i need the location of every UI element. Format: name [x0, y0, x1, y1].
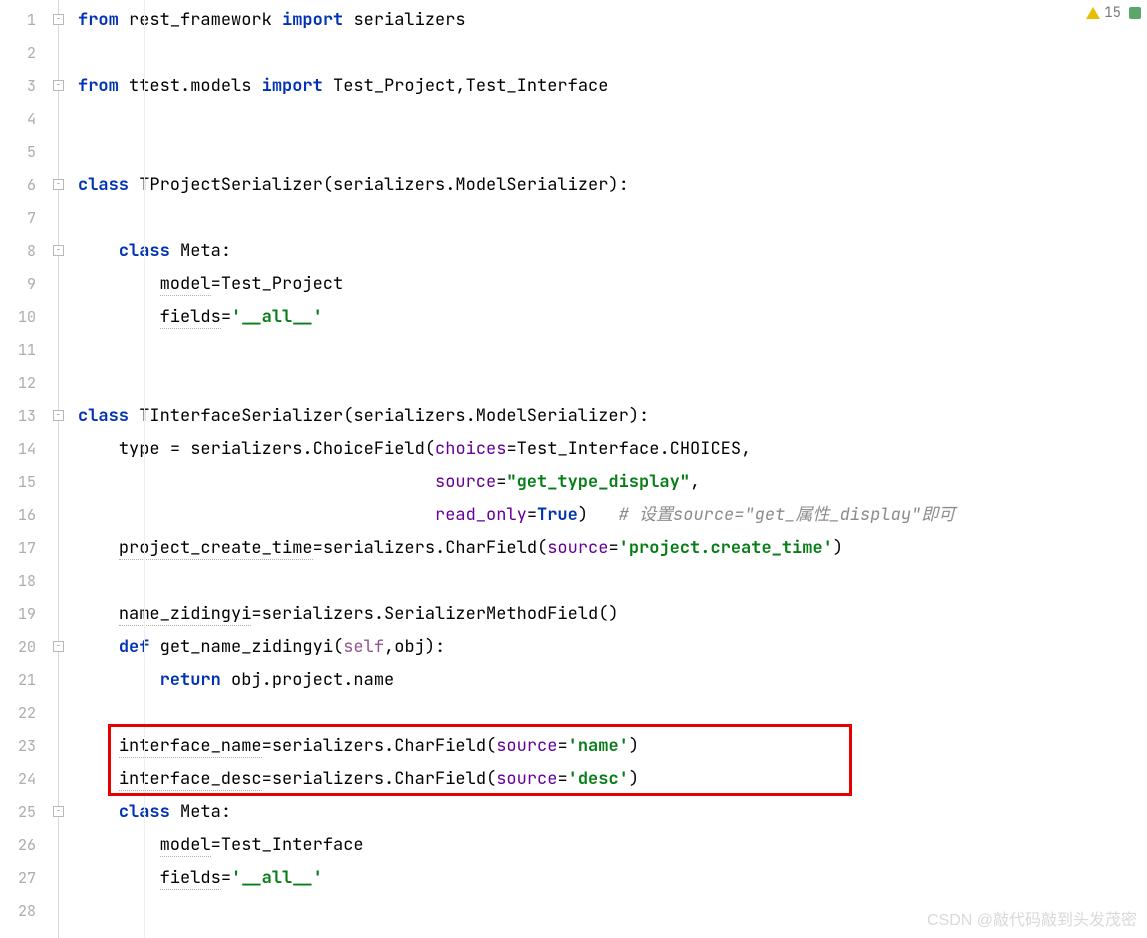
- code-line[interactable]: from ttest.models import Test_Project,Te…: [78, 70, 1147, 103]
- line-number: 21: [0, 664, 36, 697]
- code-line[interactable]: project_create_time=serializers.CharFiel…: [78, 532, 1147, 565]
- line-number: 14: [0, 433, 36, 466]
- line-number: 17: [0, 532, 36, 565]
- line-number: 20: [0, 631, 36, 664]
- line-number: 19: [0, 598, 36, 631]
- fold-toggle-icon[interactable]: −: [53, 80, 64, 91]
- code-line[interactable]: [78, 895, 1147, 928]
- code-line[interactable]: [78, 37, 1147, 70]
- line-number: 16: [0, 499, 36, 532]
- code-line[interactable]: from rest_framework import serializers: [78, 4, 1147, 37]
- code-line[interactable]: [78, 697, 1147, 730]
- fold-toggle-icon[interactable]: −: [53, 179, 64, 190]
- line-number: 3: [0, 70, 36, 103]
- code-line[interactable]: class Meta:: [78, 235, 1147, 268]
- line-number: 27: [0, 862, 36, 895]
- line-number: 22: [0, 697, 36, 730]
- line-number: 13: [0, 400, 36, 433]
- line-number: 9: [0, 268, 36, 301]
- line-number: 26: [0, 829, 36, 862]
- code-line[interactable]: interface_name=serializers.CharField(sou…: [78, 730, 1147, 763]
- code-line[interactable]: [78, 565, 1147, 598]
- code-editor[interactable]: 1 2 3 4 5 6 7 8 9 10 11 12 13 14 15 16 1…: [0, 0, 1147, 938]
- code-line[interactable]: name_zidingyi=serializers.SerializerMeth…: [78, 598, 1147, 631]
- line-number: 24: [0, 763, 36, 796]
- code-line[interactable]: model=Test_Interface: [78, 829, 1147, 862]
- code-line[interactable]: source="get_type_display",: [78, 466, 1147, 499]
- checkmark-icon: [1129, 7, 1141, 19]
- code-line[interactable]: def get_name_zidingyi(self,obj):: [78, 631, 1147, 664]
- fold-toggle-icon[interactable]: −: [53, 410, 64, 421]
- code-line[interactable]: class Meta:: [78, 796, 1147, 829]
- code-line[interactable]: [78, 136, 1147, 169]
- line-number: 18: [0, 565, 36, 598]
- code-line[interactable]: [78, 202, 1147, 235]
- line-number: 8: [0, 235, 36, 268]
- line-number: 28: [0, 895, 36, 928]
- line-number: 2: [0, 37, 36, 70]
- line-number: 1: [0, 4, 36, 37]
- line-number: 4: [0, 103, 36, 136]
- line-number: 6: [0, 169, 36, 202]
- fold-toggle-icon[interactable]: −: [53, 14, 64, 25]
- code-line[interactable]: [78, 367, 1147, 400]
- line-number: 15: [0, 466, 36, 499]
- line-number: 10: [0, 301, 36, 334]
- line-number: 23: [0, 730, 36, 763]
- fold-toggle-icon[interactable]: −: [53, 806, 64, 817]
- line-number: 25: [0, 796, 36, 829]
- code-line[interactable]: type = serializers.ChoiceField(choices=T…: [78, 433, 1147, 466]
- code-line[interactable]: read_only=True) # 设置source="get_属性_displ…: [78, 499, 1147, 532]
- fold-toggle-icon[interactable]: −: [53, 641, 64, 652]
- warning-icon: [1086, 7, 1100, 19]
- code-line[interactable]: class TProjectSerializer(serializers.Mod…: [78, 169, 1147, 202]
- line-number: 7: [0, 202, 36, 235]
- code-line[interactable]: return obj.project.name: [78, 664, 1147, 697]
- inspection-summary[interactable]: 15: [1086, 4, 1141, 22]
- line-number: 5: [0, 136, 36, 169]
- code-line[interactable]: [78, 103, 1147, 136]
- line-number-gutter: 1 2 3 4 5 6 7 8 9 10 11 12 13 14 15 16 1…: [0, 0, 50, 938]
- code-line[interactable]: class TInterfaceSerializer(serializers.M…: [78, 400, 1147, 433]
- fold-toggle-icon[interactable]: −: [53, 245, 64, 256]
- code-line[interactable]: fields='__all__': [78, 862, 1147, 895]
- line-number: 12: [0, 367, 36, 400]
- fold-gutter: − − − − − − −: [50, 0, 72, 938]
- code-area[interactable]: from rest_framework import serializers f…: [72, 0, 1147, 938]
- code-line[interactable]: interface_desc=serializers.CharField(sou…: [78, 763, 1147, 796]
- code-line[interactable]: [78, 334, 1147, 367]
- line-number: 11: [0, 334, 36, 367]
- warning-count: 15: [1104, 4, 1121, 22]
- code-line[interactable]: model=Test_Project: [78, 268, 1147, 301]
- code-line[interactable]: fields='__all__': [78, 301, 1147, 334]
